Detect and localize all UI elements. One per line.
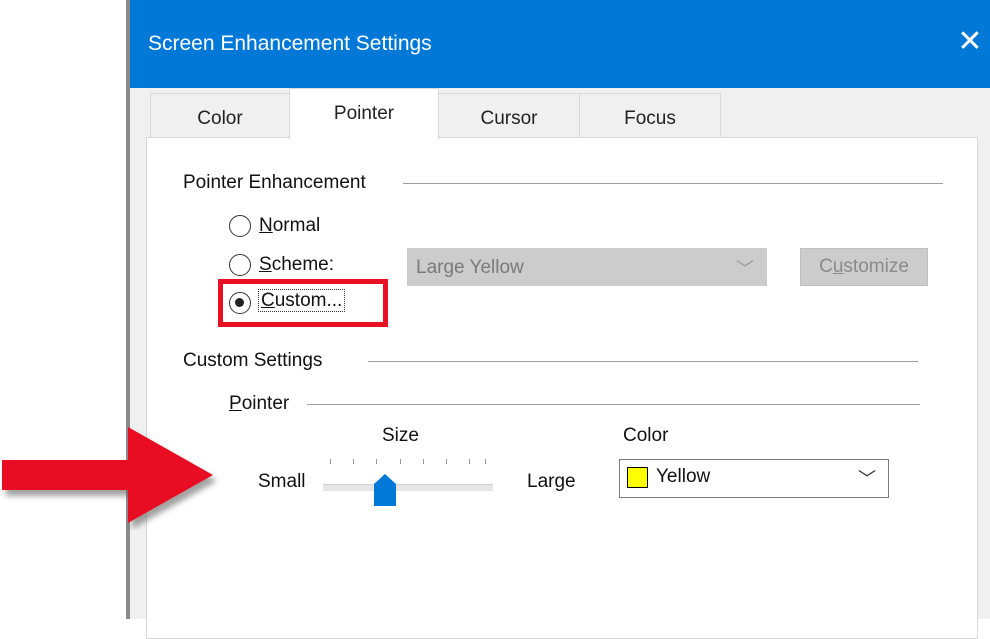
subgroup-divider (307, 404, 920, 405)
pointer-tab-panel (146, 137, 978, 639)
color-select-value: Yellow (656, 466, 711, 487)
slider-tick (353, 459, 354, 464)
slider-tick (376, 459, 377, 464)
color-swatch (627, 467, 648, 488)
chevron-down-icon: ﹀ (736, 259, 754, 279)
color-label: Color (623, 425, 669, 446)
pointer-subgroup-label: Pointer (229, 393, 290, 414)
chevron-down-icon: ﹀ (858, 469, 876, 489)
slider-tick (423, 459, 424, 464)
slider-tick (469, 459, 470, 464)
color-select[interactable]: Yellow ﹀ (619, 459, 889, 498)
slider-tick (446, 459, 447, 464)
tab-pointer[interactable]: Pointer (289, 88, 439, 139)
close-icon[interactable]: ✕ (950, 22, 990, 62)
group-divider (368, 361, 918, 362)
radio-scheme[interactable] (229, 254, 251, 276)
scheme-select[interactable]: Large Yellow ﹀ (407, 248, 767, 286)
slider-tick (330, 459, 331, 464)
pointer-enhancement-label: Pointer Enhancement (183, 172, 366, 193)
radio-normal[interactable] (229, 215, 251, 237)
radio-custom-label[interactable]: Custom... (258, 289, 346, 312)
size-slider-thumb[interactable] (374, 474, 396, 506)
slider-min-label: Small (258, 471, 306, 492)
slider-tick (485, 459, 486, 464)
group-divider (403, 183, 943, 184)
customize-button[interactable]: Customize (800, 248, 928, 286)
tab-cursor[interactable]: Cursor (438, 93, 580, 139)
custom-settings-label: Custom Settings (183, 350, 323, 371)
red-arrow-annotation (2, 427, 213, 523)
slider-tick (400, 459, 401, 464)
radio-scheme-label[interactable]: Scheme: (259, 254, 334, 276)
size-label: Size (382, 425, 419, 446)
scheme-select-value: Large Yellow (416, 257, 524, 278)
tab-focus[interactable]: Focus (579, 93, 721, 139)
radio-normal-label[interactable]: Normal (259, 215, 320, 237)
radio-custom[interactable] (229, 292, 251, 314)
size-slider-track[interactable] (323, 484, 493, 491)
screen-enhancement-dialog: Screen Enhancement Settings ✕ Color Poin… (130, 0, 990, 639)
window-title: Screen Enhancement Settings (148, 32, 432, 55)
tab-color[interactable]: Color (150, 93, 290, 139)
slider-max-label: Large (527, 471, 576, 492)
title-bar: Screen Enhancement Settings ✕ (130, 0, 990, 88)
